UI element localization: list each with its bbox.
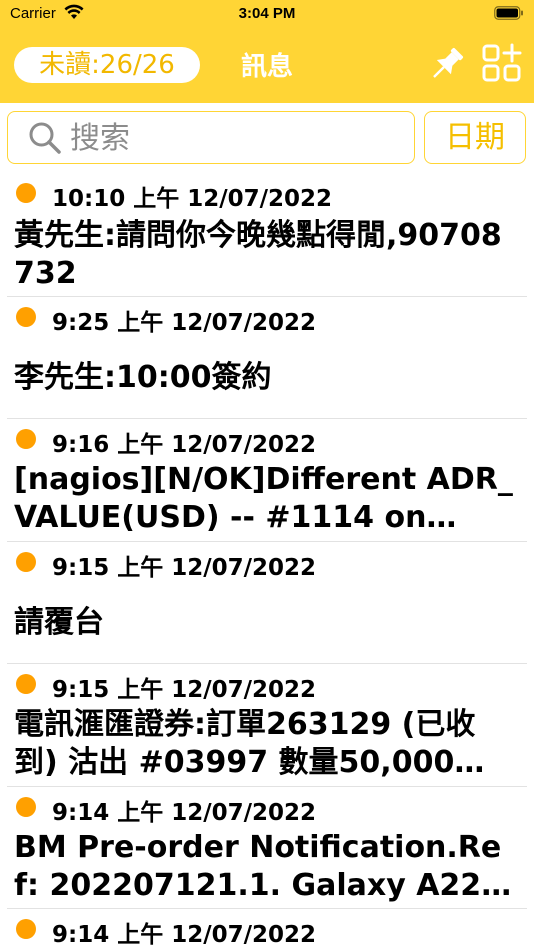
message-row[interactable]: 9:25 上午 12/07/2022 李先生:10:00簽約: [7, 297, 527, 419]
message-time: 9:14 上午 12/07/2022: [52, 800, 317, 826]
message-row[interactable]: 9:16 上午 12/07/2022 [nagios][N/OK]Differe…: [7, 419, 527, 542]
unread-count-button[interactable]: 未讀:26/26: [14, 47, 200, 83]
message-time: 9:14 上午 12/07/2022: [52, 922, 317, 948]
message-time: 9:16 上午 12/07/2022: [52, 432, 317, 458]
page-title: 訊息: [240, 52, 293, 82]
date-filter-button[interactable]: 日期: [424, 111, 526, 164]
message-text: [nagios][N/OK]Different ADR_VALUE(USD) -…: [14, 462, 513, 535]
message-time: 9:15 上午 12/07/2022: [52, 555, 317, 581]
status-time: 3:04 PM: [238, 5, 296, 22]
message-time: 9:25 上午 12/07/2022: [52, 310, 317, 336]
battery-icon: [494, 6, 523, 20]
search-icon: [29, 122, 61, 154]
message-time: 10:10 上午 12/07/2022: [52, 186, 333, 212]
message-text: 請覆台: [14, 605, 104, 640]
message-row[interactable]: 9:15 上午 12/07/2022 請覆台: [7, 542, 527, 664]
search-box[interactable]: [7, 111, 415, 164]
message-time: 9:15 上午 12/07/2022: [52, 677, 317, 703]
message-row[interactable]: 9:14 上午 12/07/2022 BM Pre-order Notifica…: [7, 787, 527, 909]
message-text: 黃先生:請問你今晚幾點得閒,90708732: [14, 218, 502, 291]
message-text: BM Pre-order Notification.Ref: 202207121…: [14, 830, 502, 903]
unread-dot: [16, 797, 36, 817]
message-row[interactable]: 10:10 上午 12/07/2022 黃先生:請問你今晚幾點得閒,907087…: [7, 175, 527, 297]
status-bar: Carrier 3:04 PM: [0, 0, 534, 28]
pin-icon[interactable]: [425, 44, 467, 86]
message-text: 電訊滙匯證券:訂單263129 (已收到) 沽出 #03997 數量50,000…: [14, 707, 485, 780]
message-row[interactable]: 9:15 上午 12/07/2022 電訊滙匯證券:訂單263129 (已收到)…: [7, 664, 527, 787]
unread-dot: [16, 183, 36, 203]
messages-screen: Carrier 3:04 PM 未讀:26/26 訊息 搜索 日期 10:10 …: [0, 0, 534, 950]
message-text: 李先生:10:00簽約: [14, 360, 272, 395]
add-grid-icon[interactable]: [480, 42, 524, 86]
search-input[interactable]: [70, 116, 400, 160]
unread-dot: [16, 307, 36, 327]
unread-dot: [16, 552, 36, 572]
nav-bar: 未讀:26/26 訊息: [0, 28, 534, 103]
unread-dot: [16, 674, 36, 694]
unread-dot: [16, 919, 36, 939]
message-list[interactable]: 10:10 上午 12/07/2022 黃先生:請問你今晚幾點得閒,907087…: [0, 175, 534, 949]
unread-dot: [16, 429, 36, 449]
message-row[interactable]: 9:14 上午 12/07/2022: [7, 909, 527, 949]
